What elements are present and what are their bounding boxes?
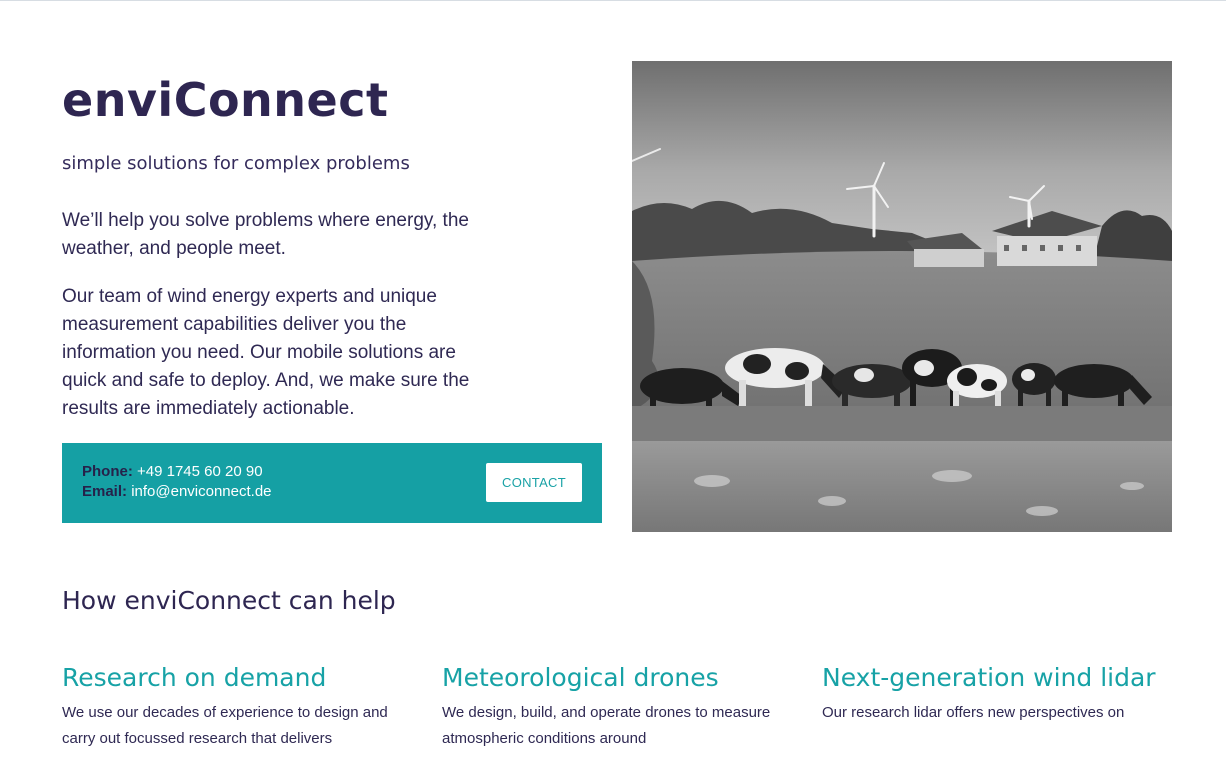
- section-title: How enviConnect can help: [62, 586, 396, 615]
- contact-button[interactable]: CONTACT: [486, 463, 582, 502]
- service-text: We use our decades of experience to desi…: [62, 704, 388, 747]
- email-line: Email: info@enviconnect.de: [82, 482, 272, 502]
- phone-number[interactable]: +49 1745 60 20 90: [137, 463, 263, 480]
- service-title: Next-generation wind lidar: [822, 663, 1156, 692]
- brand-title: enviConnect: [62, 73, 389, 127]
- hero-photo-illustration: [632, 61, 1172, 532]
- service-lidar: Next-generation wind lidar Our research …: [822, 660, 1174, 726]
- phone-label: Phone:: [82, 463, 133, 480]
- intro-paragraph-2: Our team of wind energy experts and uniq…: [62, 286, 470, 419]
- phone-line: Phone: +49 1745 60 20 90: [82, 462, 263, 482]
- service-research: Research on demand We use our decades of…: [62, 660, 414, 752]
- grass-strip: [632, 406, 1172, 441]
- hero-photo: [632, 61, 1172, 532]
- email-address[interactable]: info@enviconnect.de: [131, 483, 271, 500]
- service-drones: Meteorological drones We design, build, …: [442, 660, 794, 752]
- email-label: Email:: [82, 483, 128, 500]
- service-title: Research on demand: [62, 663, 327, 692]
- intro-paragraph-1: We’ll help you solve problems where ener…: [62, 210, 469, 259]
- tagline: simple solutions for complex problems: [62, 153, 410, 174]
- contact-box: Phone: +49 1745 60 20 90 Email: info@env…: [62, 443, 602, 523]
- service-text: Our research lidar offers new perspectiv…: [822, 704, 1125, 721]
- service-text: We design, build, and operate drones to …: [442, 704, 771, 747]
- top-divider: [0, 0, 1226, 1]
- service-title: Meteorological drones: [442, 663, 719, 692]
